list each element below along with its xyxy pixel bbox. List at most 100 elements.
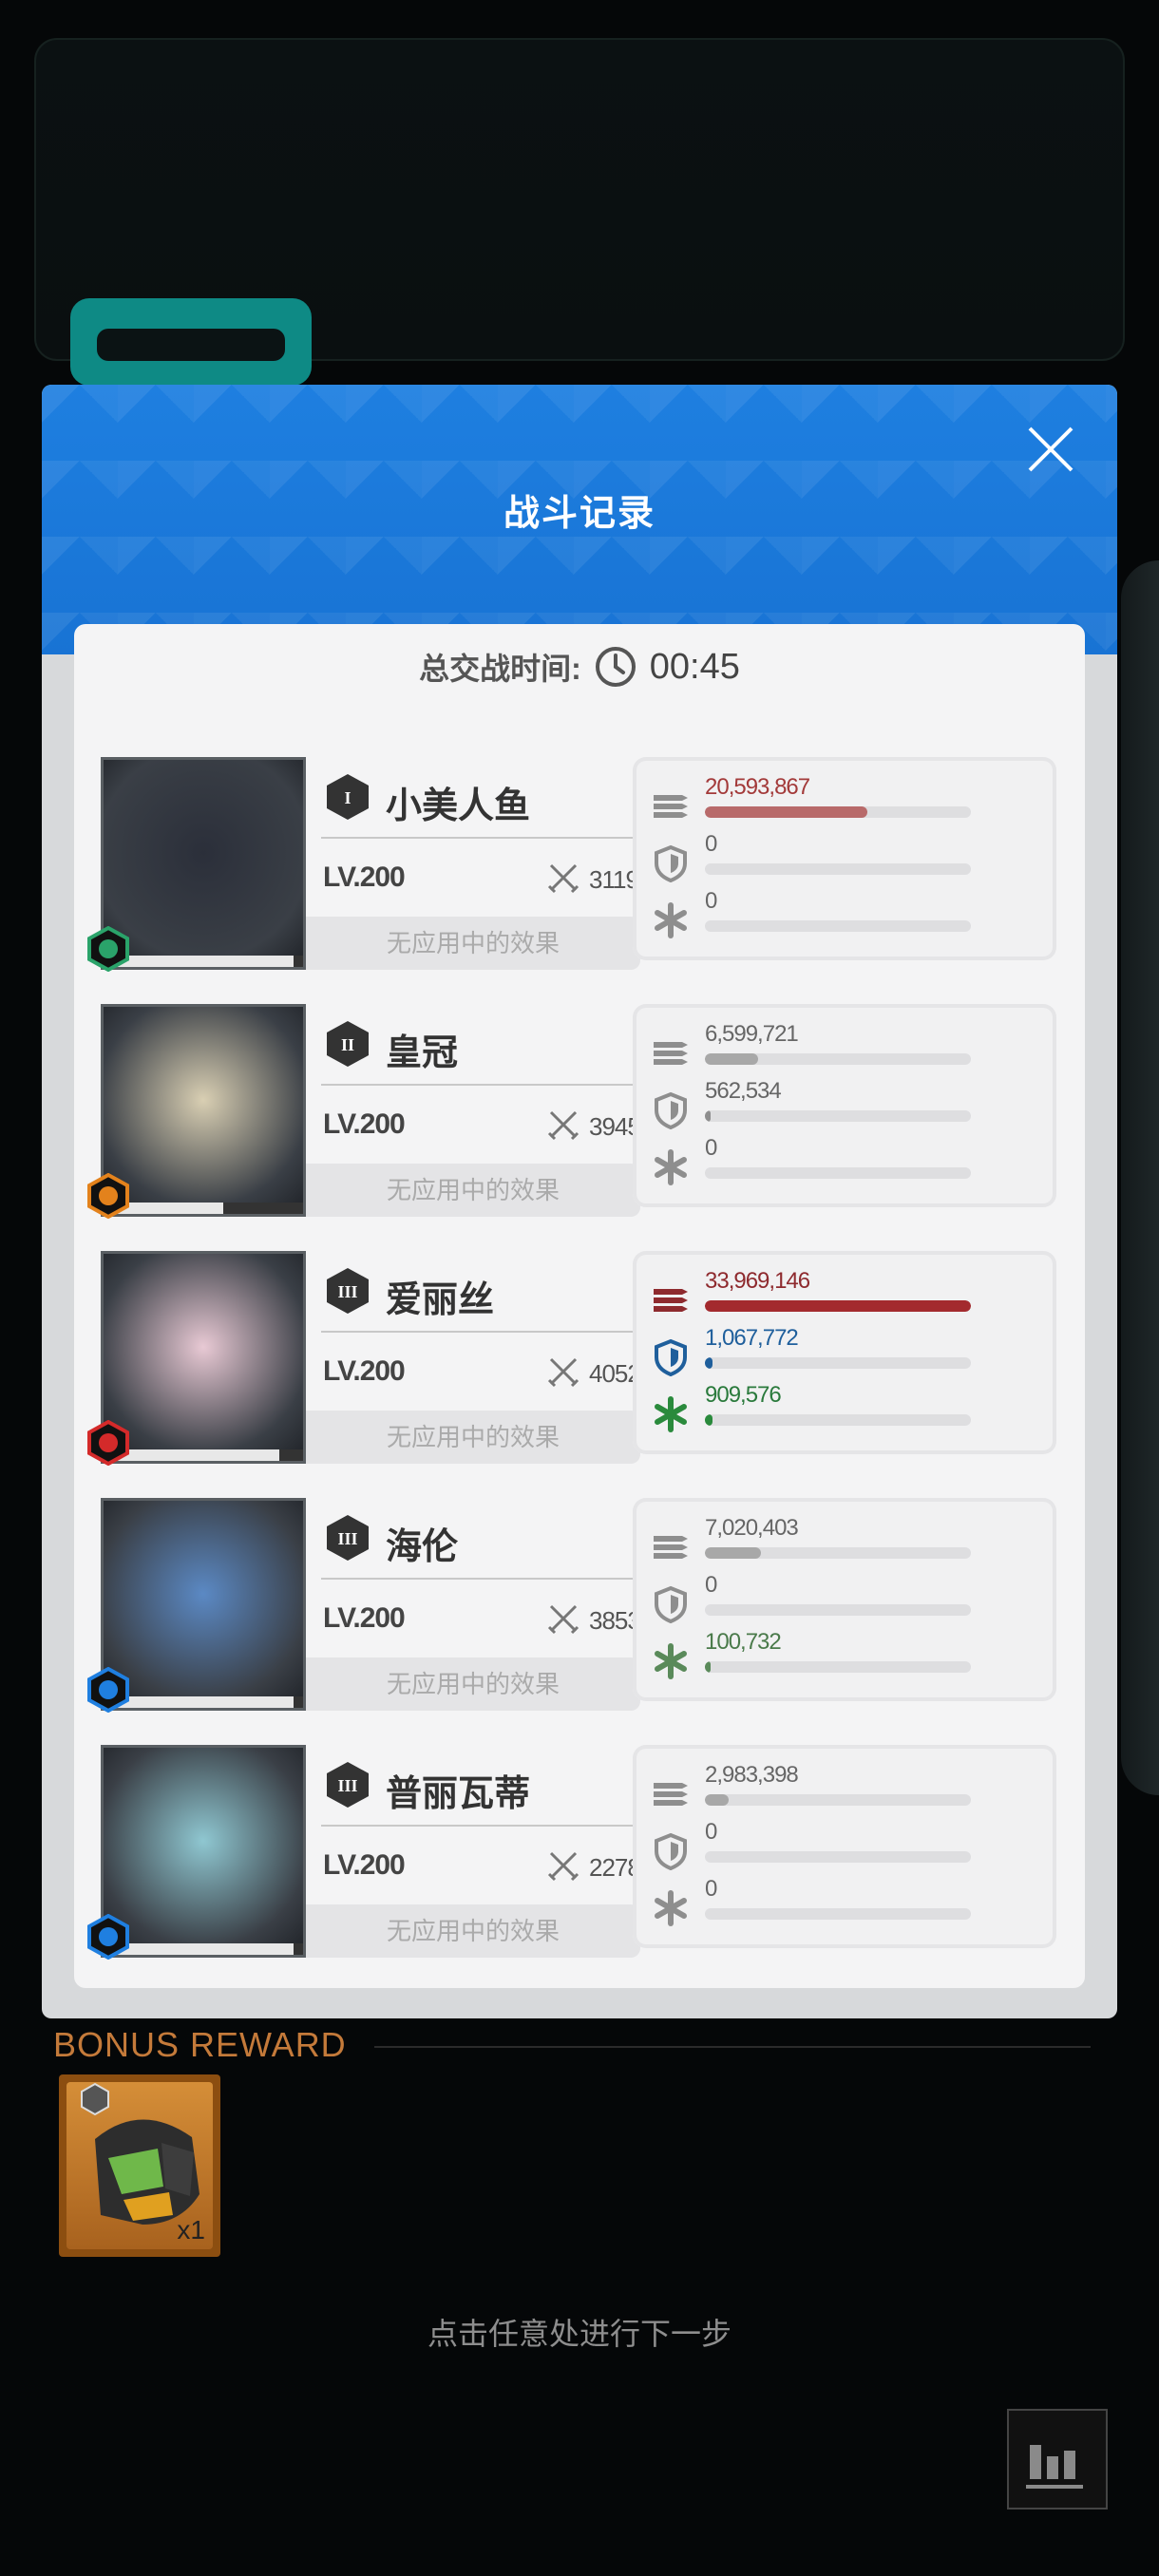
divider <box>321 1331 640 1333</box>
hp-bar <box>104 1449 303 1461</box>
time-label: 总交战时间: <box>419 652 581 686</box>
effect-status: 无应用中的效果 <box>306 1657 640 1711</box>
damage-stat: 2,983,398 <box>652 1762 994 1819</box>
damage-bar <box>705 1300 971 1312</box>
rank-label: II <box>341 1035 354 1054</box>
character-row: III 海伦 LV.200 38531 无应用中的效果 7,020,403 0 … <box>87 1479 1058 1713</box>
character-portrait[interactable] <box>101 1251 306 1464</box>
heal-bar <box>705 1661 971 1673</box>
hp-bar <box>104 1696 303 1708</box>
character-name: 皇冠 <box>386 1033 459 1073</box>
time-value: 00:45 <box>649 646 740 687</box>
damage-stat: 20,593,867 <box>652 774 994 831</box>
effect-status: 无应用中的效果 <box>306 1411 640 1464</box>
damage-stat: 33,969,146 <box>652 1268 994 1325</box>
damage-stats-card: 33,969,146 1,067,772 909,576 <box>633 1251 1056 1454</box>
battle-record-dialog: 战斗记录 总交战时间: 00:45 I 小美人鱼 LV.200 31198 无应… <box>42 385 1117 2018</box>
ammo-icon <box>654 795 688 818</box>
damage-stats-card: 20,593,867 0 0 <box>633 757 1056 960</box>
total-battle-time: 总交战时间: 00:45 <box>74 643 1085 691</box>
bar-chart-icon <box>1026 2445 1083 2489</box>
shield-stat: 562,534 <box>652 1078 994 1135</box>
character-name: 海伦 <box>386 1527 459 1567</box>
character-info: III 海伦 LV.200 38531 无应用中的效果 <box>306 1498 654 1711</box>
heal-asterisk-icon <box>655 1643 687 1679</box>
element-water-icon <box>87 1914 129 1960</box>
shield-icon <box>655 1091 687 1129</box>
statistics-button[interactable] <box>1007 2409 1108 2510</box>
character-name: 普丽瓦蒂 <box>386 1774 531 1814</box>
character-portrait[interactable] <box>101 757 306 970</box>
reward-item[interactable]: x1 <box>59 2074 220 2257</box>
rank-badge-icon: I <box>327 774 369 820</box>
character-name: 小美人鱼 <box>386 786 531 826</box>
character-portrait[interactable] <box>101 1498 306 1711</box>
heal-value: 0 <box>705 1876 717 1902</box>
damage-bar <box>705 1053 971 1065</box>
heal-value: 0 <box>705 1135 717 1161</box>
heal-stat: 909,576 <box>652 1382 994 1439</box>
shield-value: 0 <box>705 1572 717 1598</box>
shield-value: 562,534 <box>705 1078 782 1104</box>
heal-value: 909,576 <box>705 1382 782 1408</box>
hp-bar <box>104 956 303 967</box>
heal-value: 0 <box>705 888 717 914</box>
ammo-icon <box>654 1289 688 1312</box>
damage-value: 7,020,403 <box>705 1515 799 1541</box>
element-wind-icon <box>87 926 129 972</box>
heal-bar <box>705 920 971 932</box>
ammo-icon <box>654 1783 688 1806</box>
divider <box>321 1578 640 1580</box>
rank-badge-icon: III <box>327 1268 369 1314</box>
character-row: III 普丽瓦蒂 LV.200 22789 无应用中的效果 2,983,398 … <box>87 1726 1058 1960</box>
clock-icon <box>595 647 636 687</box>
shield-bar <box>705 863 971 875</box>
rank-label: III <box>337 1282 357 1301</box>
shield-icon <box>655 1338 687 1376</box>
record-panel: 总交战时间: 00:45 I 小美人鱼 LV.200 31198 无应用中的效果… <box>74 624 1085 1988</box>
effect-status: 无应用中的效果 <box>306 917 640 970</box>
rank-badge-icon: III <box>327 1515 369 1561</box>
heal-asterisk-icon <box>655 1890 687 1926</box>
damage-bar <box>705 806 971 818</box>
character-info: II 皇冠 LV.200 39456 无应用中的效果 <box>306 1004 654 1217</box>
divider <box>321 1084 640 1086</box>
background-decoration <box>1121 560 1159 1795</box>
continue-hint[interactable]: 点击任意处进行下一步 <box>0 2310 1159 2354</box>
background-tab <box>70 298 312 386</box>
shield-value: 1,067,772 <box>705 1325 799 1351</box>
divider <box>374 2046 1091 2048</box>
damage-value: 20,593,867 <box>705 774 810 800</box>
character-level: LV.200 <box>323 1849 406 1881</box>
damage-value: 6,599,721 <box>705 1021 799 1047</box>
close-icon[interactable] <box>1022 421 1079 478</box>
character-info: I 小美人鱼 LV.200 31198 无应用中的效果 <box>306 757 652 970</box>
rank-label: III <box>337 1776 357 1795</box>
crossed-swords-icon <box>547 1604 580 1635</box>
heal-asterisk-icon <box>655 1396 687 1432</box>
element-iron-icon <box>87 1173 129 1219</box>
crossed-swords-icon <box>547 1851 580 1882</box>
character-portrait[interactable] <box>101 1004 306 1217</box>
crossed-swords-icon <box>547 1110 580 1141</box>
hp-bar <box>104 1203 303 1214</box>
damage-value: 33,969,146 <box>705 1268 810 1294</box>
bonus-reward-label: BONUS REWARD <box>53 2025 347 2064</box>
hp-bar <box>104 1943 303 1955</box>
shield-bar <box>705 1851 971 1863</box>
character-info: III 爱丽丝 LV.200 40520 无应用中的效果 <box>306 1251 654 1464</box>
heal-asterisk-icon <box>655 902 687 938</box>
character-level: LV.200 <box>323 1602 406 1634</box>
rank-label: III <box>337 1529 357 1548</box>
character-level: LV.200 <box>323 862 406 893</box>
character-level: LV.200 <box>323 1355 406 1387</box>
character-row: I 小美人鱼 LV.200 31198 无应用中的效果 20,593,867 0… <box>87 738 1058 972</box>
divider <box>321 837 640 839</box>
heal-bar <box>705 1167 971 1179</box>
damage-stat: 7,020,403 <box>652 1515 994 1572</box>
character-portrait[interactable] <box>101 1745 306 1958</box>
ammo-icon <box>654 1042 688 1065</box>
character-level: LV.200 <box>323 1108 406 1140</box>
rank-label: I <box>344 788 351 807</box>
damage-stats-card: 6,599,721 562,534 0 <box>633 1004 1056 1207</box>
